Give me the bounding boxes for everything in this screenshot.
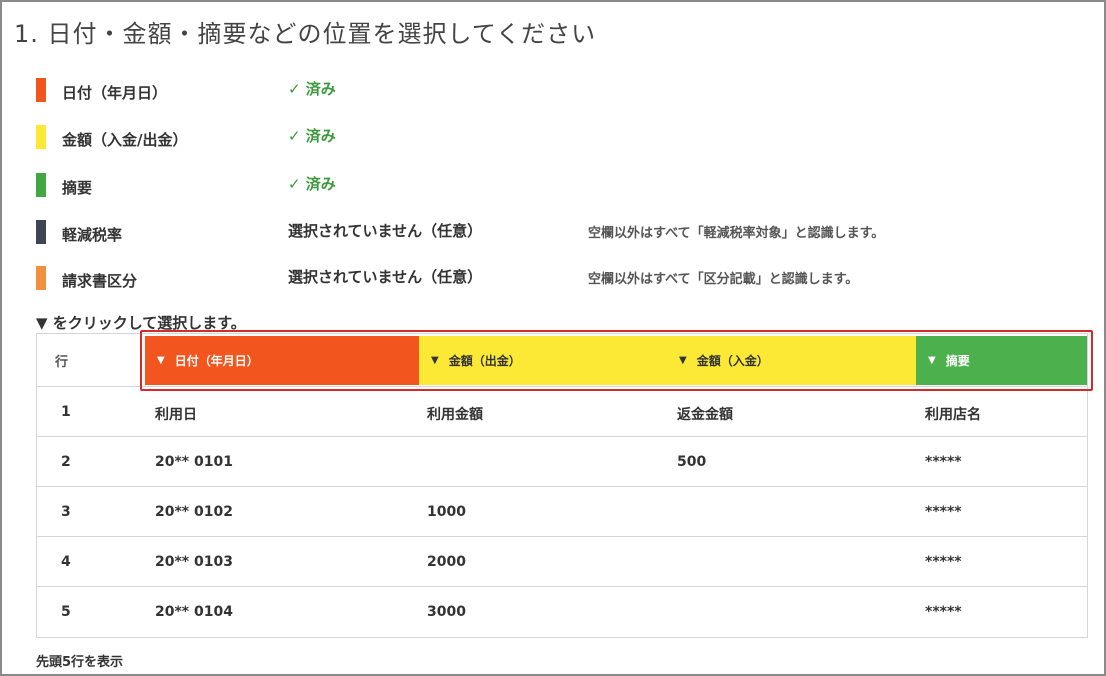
caret-down-icon: ▼ bbox=[431, 355, 439, 366]
legend-row-reduced-tax: 軽減税率 選択されていません（任意） 空欄以外はすべて「軽減税率対象」と認識しま… bbox=[36, 220, 1036, 246]
date-color-swatch bbox=[36, 78, 46, 102]
row-number: 2 bbox=[61, 454, 71, 470]
legend-status: ✓ 済み bbox=[288, 127, 336, 145]
table-row: 3 20** 0102 1000 ***** bbox=[37, 487, 1087, 537]
legend-label: 請求書区分 bbox=[62, 272, 138, 290]
legend-row-amount: 金額（入金/出金） ✓ 済み bbox=[36, 125, 1036, 151]
table-cell: 返金金額 bbox=[677, 407, 733, 423]
table-cell: 3000 bbox=[427, 604, 466, 620]
table-cell: 500 bbox=[677, 454, 707, 470]
amount-color-swatch bbox=[36, 125, 46, 149]
legend-status: 選択されていません（任意） bbox=[288, 268, 483, 286]
row-number: 1 bbox=[61, 404, 71, 420]
legend-status: 選択されていません（任意） bbox=[288, 222, 483, 240]
table-cell: 20** 0102 bbox=[155, 504, 233, 520]
table-cell: 1000 bbox=[427, 504, 466, 520]
table-cell: 20** 0101 bbox=[155, 454, 233, 470]
caret-down-icon: ▼ bbox=[157, 355, 165, 366]
table-cell: 20** 0103 bbox=[155, 554, 233, 570]
table-cell: 20** 0104 bbox=[155, 604, 233, 620]
legend-label: 摘要 bbox=[62, 179, 93, 197]
legend-note: 空欄以外はすべて「区分記載」と認識します。 bbox=[588, 272, 859, 287]
description-color-swatch bbox=[36, 173, 46, 197]
rows-shown-note: 先頭5行を表示 bbox=[36, 655, 124, 670]
instruction-text: ▼ をクリックして選択します。 bbox=[36, 314, 246, 332]
legend-status: ✓ 済み bbox=[288, 175, 336, 193]
caret-down-icon: ▼ bbox=[679, 355, 687, 366]
legend-note: 空欄以外はすべて「軽減税率対象」と認識します。 bbox=[588, 226, 885, 241]
reduced-tax-color-swatch bbox=[36, 220, 46, 244]
column-mapping-table: 行 ▼ 日付（年月日） ▼ 金額（出金） ▼ 金額（入金） ▼ 摘要 1 利用日… bbox=[36, 333, 1088, 638]
table-cell: 利用日 bbox=[155, 407, 197, 423]
table-row: 5 20** 0104 3000 ***** bbox=[37, 587, 1087, 637]
window-frame: 1. 日付・金額・摘要などの位置を選択してください 日付（年月日） ✓ 済み 金… bbox=[0, 0, 1106, 676]
row-number: 3 bbox=[61, 504, 71, 520]
legend-status: ✓ 済み bbox=[288, 80, 336, 98]
row-number: 5 bbox=[61, 604, 71, 620]
table-cell: ***** bbox=[925, 604, 962, 620]
invoice-category-color-swatch bbox=[36, 266, 46, 290]
legend-label: 日付（年月日） bbox=[62, 84, 168, 102]
column-select-label: 日付（年月日） bbox=[174, 354, 259, 368]
table-cell: ***** bbox=[925, 454, 962, 470]
table-cell: 2000 bbox=[427, 554, 466, 570]
table-row: 1 利用日 利用金額 返金金額 利用店名 bbox=[37, 387, 1087, 437]
page-title: 1. 日付・金額・摘要などの位置を選択してください bbox=[14, 20, 597, 48]
row-number-header: 行 bbox=[55, 355, 69, 370]
column-select-date[interactable]: ▼ 日付（年月日） bbox=[145, 336, 419, 385]
legend-label: 軽減税率 bbox=[62, 226, 123, 244]
legend-row-invoice-category: 請求書区分 選択されていません（任意） 空欄以外はすべて「区分記載」と認識します… bbox=[36, 266, 1036, 292]
caret-down-icon: ▼ bbox=[928, 355, 936, 366]
table-cell: ***** bbox=[925, 504, 962, 520]
column-select-deposit[interactable]: ▼ 金額（入金） bbox=[667, 336, 916, 385]
column-select-withdrawal[interactable]: ▼ 金額（出金） bbox=[419, 336, 667, 385]
column-select-description[interactable]: ▼ 摘要 bbox=[916, 336, 1087, 385]
table-cell: 利用金額 bbox=[427, 407, 483, 423]
table-cell: ***** bbox=[925, 554, 962, 570]
table-cell: 利用店名 bbox=[925, 407, 981, 423]
legend-row-date: 日付（年月日） ✓ 済み bbox=[36, 78, 1036, 104]
table-row: 4 20** 0103 2000 ***** bbox=[37, 537, 1087, 587]
legend-row-description: 摘要 ✓ 済み bbox=[36, 173, 1036, 199]
table-row: 2 20** 0101 500 ***** bbox=[37, 437, 1087, 487]
table-header-row: 行 ▼ 日付（年月日） ▼ 金額（出金） ▼ 金額（入金） ▼ 摘要 bbox=[37, 334, 1087, 387]
legend-label: 金額（入金/出金） bbox=[62, 131, 188, 149]
column-select-label: 金額（出金） bbox=[448, 354, 521, 368]
row-number: 4 bbox=[61, 554, 71, 570]
column-select-label: 金額（入金） bbox=[696, 354, 769, 368]
column-select-label: 摘要 bbox=[945, 354, 970, 368]
